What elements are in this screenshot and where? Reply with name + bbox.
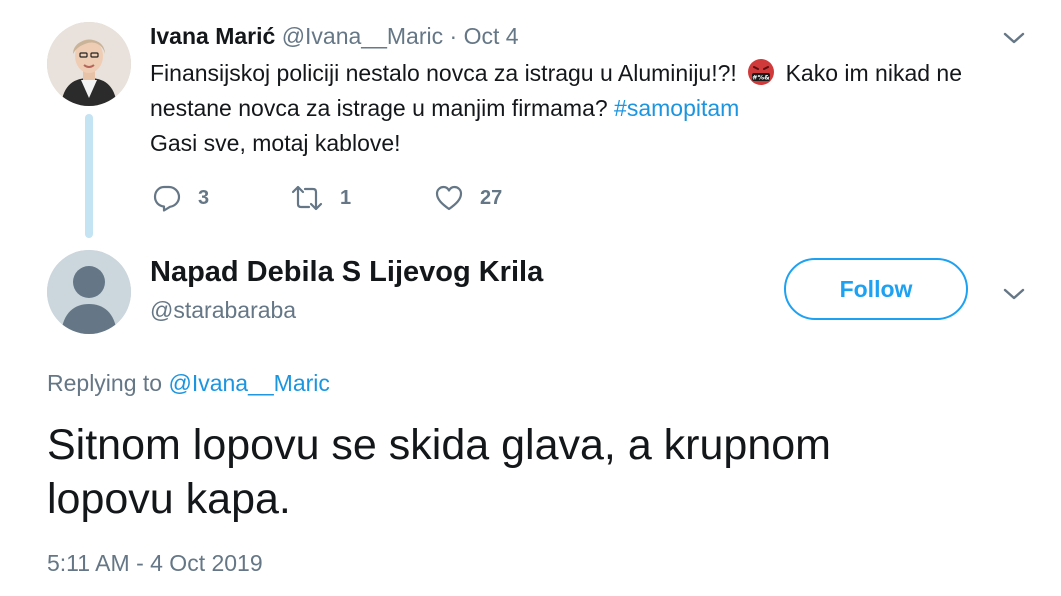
main-tweet-text: Sitnom lopovu se skida glava, a krupnom …: [47, 418, 1027, 526]
like-count: 27: [480, 186, 503, 209]
parent-author-avatar[interactable]: [47, 22, 131, 106]
reply-icon: [152, 183, 182, 213]
retweet-button[interactable]: 1: [290, 178, 351, 218]
tweet-page: Ivana Marić @Ivana__Maric · Oct 4 Finans…: [0, 0, 1061, 596]
main-author-name[interactable]: Napad Debila S Lijevog Krila: [150, 256, 543, 289]
parent-tweet-text: Finansijskoj policiji nestalo novca za i…: [150, 56, 1030, 161]
parent-tweet-line-1: Finansijskoj policiji nestalo novca za i…: [150, 56, 1030, 91]
replying-to-line: Replying to @Ivana__Maric: [47, 370, 330, 397]
main-author-handle[interactable]: @starabaraba: [150, 297, 296, 324]
parent-tweet-menu-chevron-down-icon[interactable]: [1002, 28, 1026, 48]
parent-author-name[interactable]: Ivana Marić: [150, 23, 275, 49]
hashtag-link[interactable]: #samopitam: [614, 95, 739, 121]
parent-tweet-line-2: nestane novca za istrage u manjim firmam…: [150, 91, 1030, 126]
follow-button[interactable]: Follow: [784, 258, 968, 320]
header-separator: ·: [449, 23, 458, 49]
parent-author-handle[interactable]: @Ivana__Maric: [282, 23, 443, 49]
parent-line1-text-after: Kako im nikad ne: [785, 60, 963, 86]
replying-mention-link[interactable]: @Ivana__Maric: [168, 370, 329, 396]
parent-line1-text: Finansijskoj policiji nestalo novca za i…: [150, 60, 737, 86]
main-author-avatar[interactable]: [47, 250, 131, 334]
censored-swearing-face-emoji-icon: #%&: [747, 58, 775, 86]
main-tweet-line-2: lopovu kapa.: [47, 475, 291, 523]
parent-tweet-line-3: Gasi sve, motaj kablove!: [150, 130, 401, 156]
svg-text:#%&: #%&: [752, 74, 770, 82]
parent-tweet-header: Ivana Marić @Ivana__Maric · Oct 4: [150, 22, 519, 50]
reply-button[interactable]: 3: [152, 178, 209, 218]
parent-tweet-actions: 3 1 27: [152, 178, 612, 218]
tweet-timestamp[interactable]: 5:11 AM - 4 Oct 2019: [47, 550, 263, 577]
retweet-count: 1: [340, 186, 352, 209]
parent-line2-text: nestane novca za istrage u manjim firmam…: [150, 95, 608, 121]
like-button[interactable]: 27: [434, 178, 502, 218]
heart-icon: [434, 183, 464, 213]
main-tweet-line-1: Sitnom lopovu se skida glava, a krupnom: [47, 421, 831, 469]
thread-connector-line: [85, 114, 93, 238]
parent-tweet-date[interactable]: Oct 4: [464, 23, 519, 49]
main-tweet-menu-chevron-down-icon[interactable]: [1002, 284, 1026, 304]
replying-prefix: Replying to: [47, 370, 163, 396]
reply-count: 3: [198, 186, 210, 209]
retweet-icon: [290, 183, 324, 213]
